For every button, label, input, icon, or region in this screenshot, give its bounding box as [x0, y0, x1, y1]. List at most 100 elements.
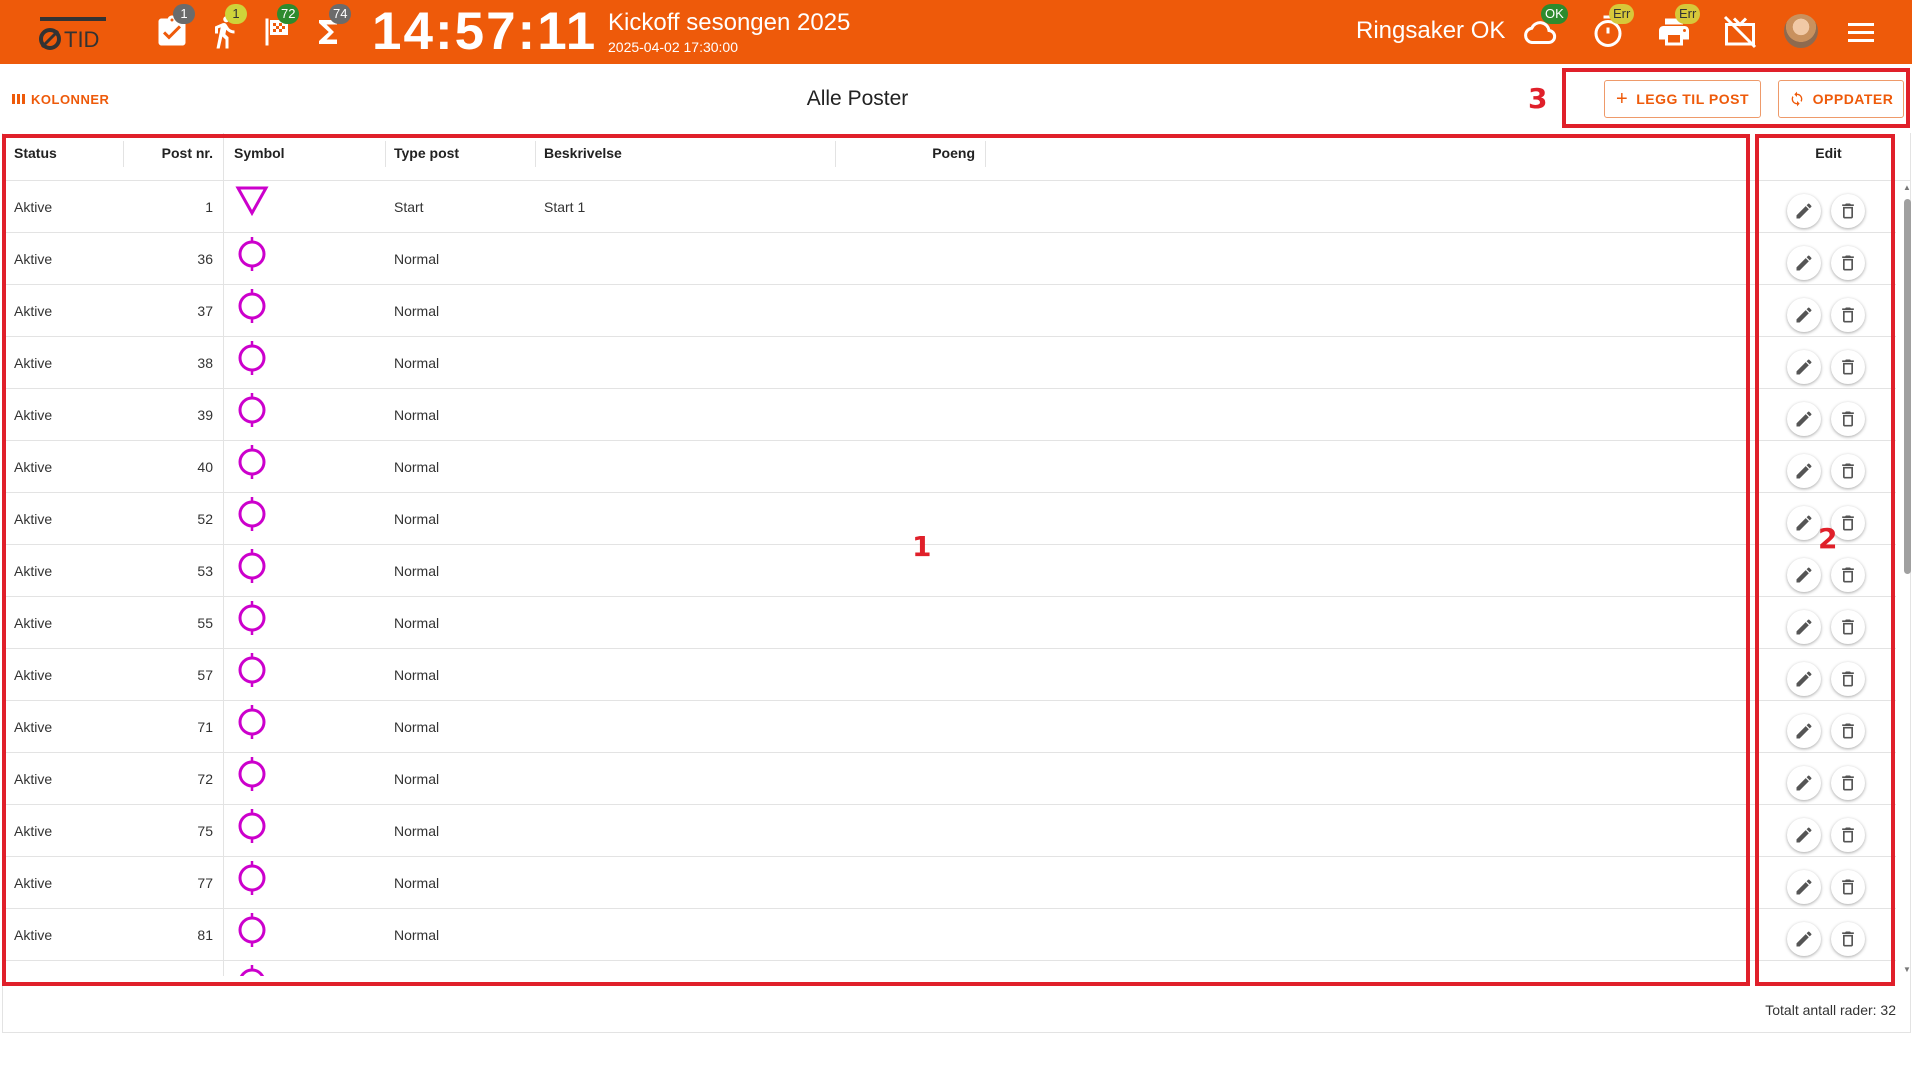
edit-button[interactable]	[1787, 766, 1821, 800]
edit-button[interactable]	[1787, 454, 1821, 488]
delete-button[interactable]	[1831, 194, 1865, 228]
edit-row	[1761, 441, 1896, 493]
trash-icon	[1842, 567, 1854, 583]
cell-type: Normal	[394, 563, 440, 579]
cell-post-nr: 53	[197, 563, 213, 579]
delete-button[interactable]	[1831, 922, 1865, 956]
printer-status-badge: Err	[1675, 4, 1701, 24]
edit-button[interactable]	[1787, 610, 1821, 644]
col-separator[interactable]	[535, 141, 536, 167]
cell-post-nr: 72	[197, 771, 213, 787]
edit-row	[1761, 805, 1896, 857]
delete-button[interactable]	[1831, 298, 1865, 332]
edit-button[interactable]	[1787, 350, 1821, 384]
table-row[interactable]: Aktive 71 Normal	[3, 701, 1763, 753]
trash-icon	[1842, 359, 1854, 375]
delete-button[interactable]	[1831, 454, 1865, 488]
delete-button[interactable]	[1831, 818, 1865, 852]
delete-button[interactable]	[1831, 350, 1865, 384]
cell-type: Normal	[394, 355, 440, 371]
table-row[interactable]: Aktive 53 Normal	[3, 545, 1763, 597]
cell-post-nr: 1	[205, 199, 213, 215]
pencil-icon	[1796, 775, 1812, 791]
pencil-icon	[1796, 619, 1812, 635]
edit-button[interactable]	[1787, 402, 1821, 436]
col-header-status[interactable]: Status	[14, 133, 57, 173]
cell-status: Aktive	[14, 303, 53, 319]
table-row[interactable]: Aktive 55 Normal	[3, 597, 1763, 649]
delete-button[interactable]	[1831, 714, 1865, 748]
table-row[interactable]: Aktive 57 Normal	[3, 649, 1763, 701]
runner-icon[interactable]: 1	[206, 4, 247, 50]
trash-icon	[1842, 463, 1854, 479]
table-row[interactable]: Aktive 77 Normal	[3, 857, 1763, 909]
delete-button[interactable]	[1831, 558, 1865, 592]
cloud-icon[interactable]: OK	[1522, 4, 1568, 50]
scroll-down-icon[interactable]: ▼	[1903, 965, 1911, 974]
cloud-status-badge: OK	[1541, 4, 1568, 24]
cell-status: Aktive	[14, 563, 53, 579]
cell-status: Aktive	[14, 459, 53, 475]
table-row[interactable]: Aktive 52 Normal	[3, 493, 1763, 545]
refresh-button[interactable]: OPPDATER	[1778, 80, 1904, 118]
pencil-icon	[1796, 307, 1812, 323]
user-avatar[interactable]	[1784, 14, 1818, 48]
tasks-icon[interactable]: 1	[154, 4, 195, 50]
edit-button[interactable]	[1787, 506, 1821, 540]
table-row[interactable]: Aktive 1 Start Start 1	[3, 181, 1763, 233]
table-row[interactable]: Aktive 37 Normal	[3, 285, 1763, 337]
printer-icon[interactable]: Err	[1656, 4, 1701, 50]
tasks-badge: 1	[173, 4, 195, 24]
edit-button[interactable]	[1787, 194, 1821, 228]
add-post-button[interactable]: + LEGG TIL POST	[1604, 80, 1761, 118]
control-circle-icon	[238, 757, 266, 791]
col-header-type[interactable]: Type post	[394, 133, 459, 173]
edit-row	[1761, 389, 1896, 441]
cell-post-nr: 75	[197, 823, 213, 839]
col-header-symbol[interactable]: Symbol	[234, 133, 285, 173]
delete-button[interactable]	[1831, 610, 1865, 644]
vertical-scrollbar[interactable]: ▲ ▼	[1901, 181, 1912, 976]
table-row[interactable]: Aktive 75 Normal	[3, 805, 1763, 857]
control-circle-icon	[238, 601, 266, 635]
tv-off-icon[interactable]	[1722, 14, 1758, 50]
table-row[interactable]: Aktive 38 Normal	[3, 337, 1763, 389]
cell-type: Start	[394, 199, 424, 215]
cell-status: Aktive	[14, 927, 53, 943]
edit-button[interactable]	[1787, 818, 1821, 852]
scrollbar-thumb[interactable]	[1904, 199, 1911, 574]
col-header-points[interactable]: Poeng	[835, 133, 975, 173]
edit-button[interactable]	[1787, 714, 1821, 748]
pencil-icon	[1796, 879, 1812, 895]
delete-button[interactable]	[1831, 402, 1865, 436]
timer-icon[interactable]: Err	[1590, 4, 1635, 50]
edit-button[interactable]	[1787, 870, 1821, 904]
delete-button[interactable]	[1831, 662, 1865, 696]
delete-button[interactable]	[1831, 246, 1865, 280]
edit-button[interactable]	[1787, 662, 1821, 696]
table-row[interactable]: Aktive 36 Normal	[3, 233, 1763, 285]
table-row[interactable]: Aktive 40 Normal	[3, 441, 1763, 493]
sum-icon[interactable]: 74	[310, 4, 352, 50]
edit-button[interactable]	[1787, 246, 1821, 280]
cell-post-nr: 40	[197, 459, 213, 475]
table-row[interactable]: Aktive 39 Normal	[3, 389, 1763, 441]
col-header-post-nr[interactable]: Post nr.	[123, 133, 213, 173]
scroll-up-icon[interactable]: ▲	[1903, 183, 1911, 192]
edit-button[interactable]	[1787, 558, 1821, 592]
table-row[interactable]: Aktive 81 Normal	[3, 909, 1763, 961]
event-date: 2025-04-02 17:30:00	[608, 39, 738, 55]
col-separator[interactable]	[385, 141, 386, 167]
hamburger-menu-icon[interactable]	[1846, 20, 1876, 44]
cell-type: Normal	[394, 823, 440, 839]
table-row[interactable]: Aktive 72 Normal	[3, 753, 1763, 805]
edit-button[interactable]	[1787, 298, 1821, 332]
col-header-description[interactable]: Beskrivelse	[544, 133, 622, 173]
delete-button[interactable]	[1831, 766, 1865, 800]
edit-row	[1761, 701, 1896, 753]
edit-button[interactable]	[1787, 922, 1821, 956]
delete-button[interactable]	[1831, 870, 1865, 904]
col-separator[interactable]	[985, 141, 986, 167]
table-row[interactable]	[3, 961, 1763, 976]
finish-flag-icon[interactable]: 72	[258, 4, 300, 50]
